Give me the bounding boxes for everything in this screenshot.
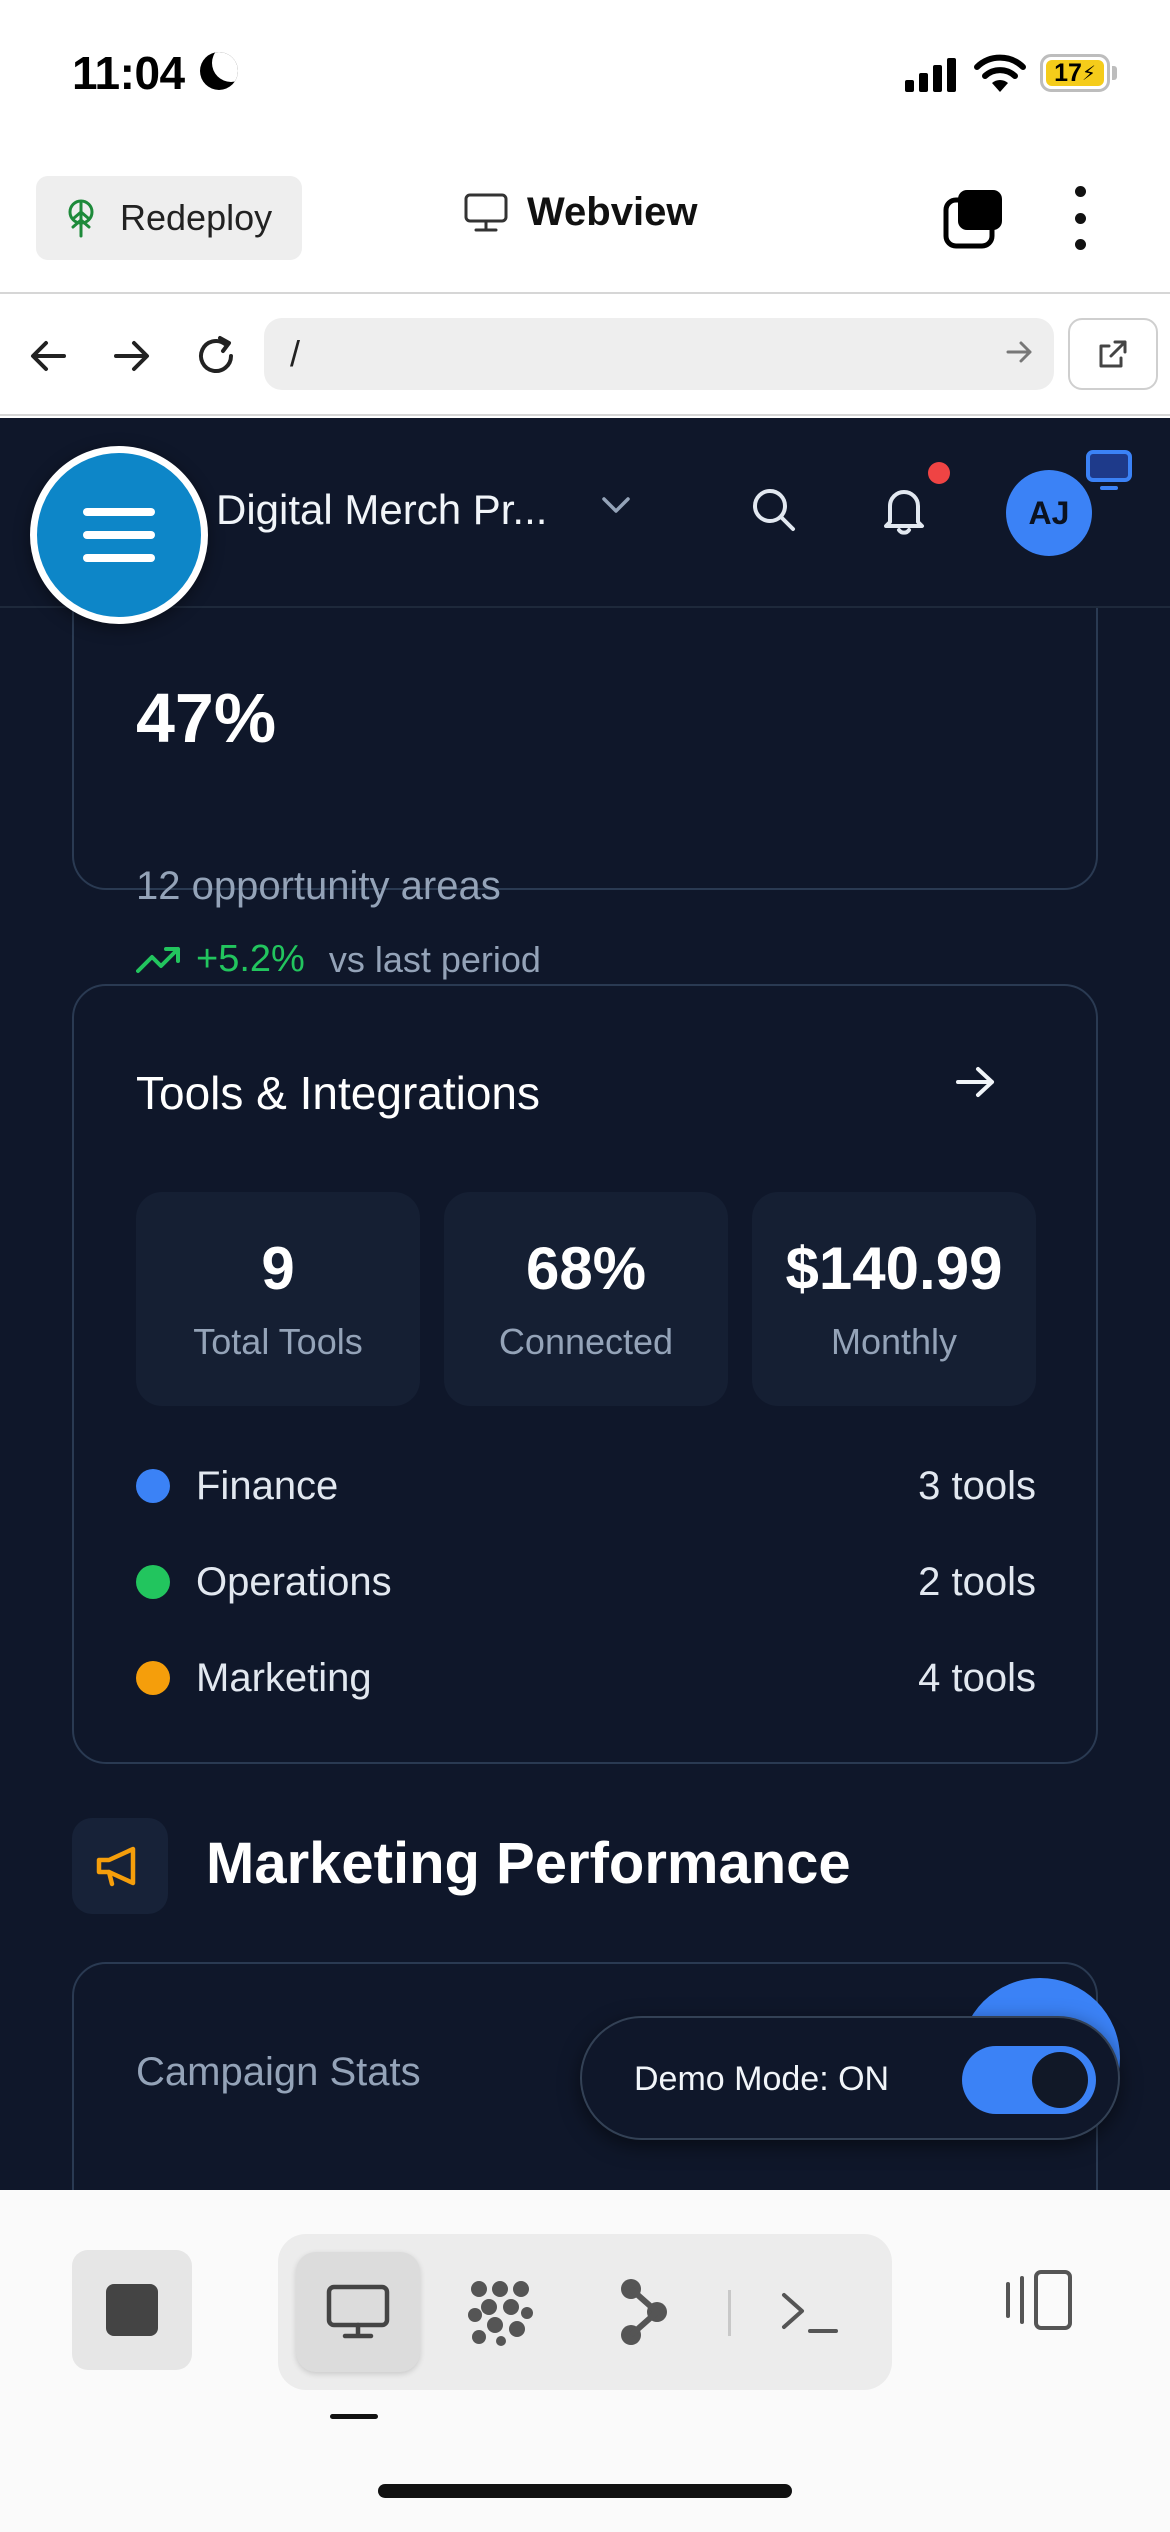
tabs-icon[interactable] bbox=[942, 186, 1006, 250]
side-panel-icon[interactable] bbox=[1000, 2268, 1076, 2332]
tab-grid[interactable] bbox=[438, 2252, 562, 2372]
avatar[interactable]: AJ bbox=[1006, 470, 1092, 556]
webview-label: Webview bbox=[527, 190, 698, 234]
web-content: 47% 12 opportunity areas +5.2% vs last p… bbox=[0, 418, 1170, 2190]
stop-button[interactable] bbox=[72, 2250, 192, 2370]
category-row-marketing: Marketing 4 tools bbox=[136, 1648, 1036, 1708]
battery-level: 17 bbox=[1054, 58, 1082, 87]
tools-integrations-card: Tools & Integrations 9 Total Tools 68% C… bbox=[72, 984, 1098, 1764]
stat-label: Monthly bbox=[830, 1321, 958, 1362]
stat-label: Total Tools bbox=[193, 1321, 363, 1362]
tools-card-title: Tools & Integrations bbox=[136, 1067, 541, 1119]
stat-value: 9 bbox=[261, 1235, 295, 1302]
dots-cluster-icon bbox=[468, 2281, 533, 2346]
view-switcher bbox=[278, 2234, 892, 2390]
search-icon[interactable] bbox=[748, 484, 800, 536]
more-options-icon[interactable] bbox=[1070, 186, 1090, 250]
megaphone-icon bbox=[72, 1818, 168, 1914]
project-selector[interactable]: Digital Merch Pr... bbox=[216, 486, 547, 534]
url-bar: / bbox=[0, 296, 1170, 416]
do-not-disturb-moon-icon bbox=[200, 52, 238, 90]
category-count: 3 tools bbox=[918, 1463, 1036, 1508]
demo-mode-toggle[interactable] bbox=[962, 2046, 1096, 2114]
status-time: 11:04 bbox=[72, 47, 185, 99]
menu-button[interactable] bbox=[30, 446, 208, 624]
url-input[interactable]: / bbox=[264, 318, 1054, 390]
forward-arrow-icon[interactable] bbox=[102, 326, 162, 386]
battery-icon: 17 ⚡ bbox=[1040, 54, 1110, 92]
stat-total-tools: 9 Total Tools bbox=[136, 1192, 420, 1406]
category-count: 4 tools bbox=[918, 1655, 1036, 1700]
category-count: 2 tools bbox=[918, 1559, 1036, 1604]
monitor-icon bbox=[326, 2284, 390, 2339]
stat-connected: 68% Connected bbox=[444, 1192, 728, 1406]
redeploy-tree-icon bbox=[68, 199, 94, 238]
stop-icon bbox=[106, 2284, 158, 2336]
marketing-dot-icon bbox=[136, 1661, 170, 1695]
category-row-finance: Finance 3 tools bbox=[136, 1456, 1036, 1516]
node-graph-icon bbox=[621, 2279, 667, 2345]
external-link-icon bbox=[1099, 340, 1127, 368]
back-arrow-icon[interactable] bbox=[18, 326, 78, 386]
app-header: Redeploy Webview bbox=[0, 150, 1170, 294]
stat-monthly: $140.99 Monthly bbox=[752, 1192, 1036, 1406]
monitor-icon bbox=[464, 193, 508, 231]
stat-value: $140.99 bbox=[785, 1235, 1003, 1302]
monitor-badge-icon bbox=[1086, 450, 1132, 490]
category-row-operations: Operations 2 tools bbox=[136, 1552, 1036, 1612]
notification-dot bbox=[928, 462, 950, 484]
trending-up-icon bbox=[136, 946, 180, 973]
wifi-icon bbox=[974, 54, 1026, 92]
demo-mode-pill: Demo Mode: ON bbox=[580, 2016, 1120, 2140]
selected-tab-indicator bbox=[330, 2414, 378, 2419]
home-indicator bbox=[378, 2484, 792, 2498]
redeploy-label: Redeploy bbox=[120, 197, 273, 238]
stat-label: Connected bbox=[498, 1321, 674, 1362]
campaign-stats-title: Campaign Stats bbox=[136, 2050, 421, 2094]
opportunity-value: 47% bbox=[136, 679, 277, 757]
bottom-toolbar bbox=[0, 2190, 1170, 2532]
stat-value: 68% bbox=[525, 1235, 647, 1302]
segment-divider bbox=[728, 2290, 731, 2336]
url-text: / bbox=[290, 333, 301, 374]
reload-icon[interactable] bbox=[186, 326, 246, 386]
trend-value: +5.2% bbox=[196, 938, 305, 980]
trend-label: vs last period bbox=[328, 938, 541, 980]
battery-tip bbox=[1112, 66, 1117, 80]
tab-graph[interactable] bbox=[582, 2252, 706, 2372]
webview-title: Webview bbox=[463, 190, 697, 235]
trend-row: +5.2% vs last period bbox=[136, 938, 541, 981]
opportunity-subtitle: 12 opportunity areas bbox=[136, 864, 501, 908]
arrow-right-icon[interactable] bbox=[954, 1062, 998, 1102]
go-arrow-icon[interactable] bbox=[1004, 336, 1036, 368]
redeploy-button[interactable]: Redeploy bbox=[36, 176, 302, 260]
cellular-signal-icon bbox=[905, 56, 956, 92]
chevron-down-icon[interactable] bbox=[598, 492, 634, 518]
demo-mode-label: Demo Mode: ON bbox=[634, 2060, 890, 2098]
open-external-button[interactable] bbox=[1068, 318, 1158, 390]
tab-webview[interactable] bbox=[296, 2252, 420, 2372]
terminal-icon bbox=[782, 2293, 838, 2333]
category-name: Operations bbox=[196, 1559, 392, 1604]
tab-terminal[interactable] bbox=[748, 2252, 872, 2372]
toggle-knob bbox=[1032, 2052, 1088, 2108]
category-name: Marketing bbox=[196, 1655, 372, 1700]
finance-dot-icon bbox=[136, 1469, 170, 1503]
marketing-performance-title: Marketing Performance bbox=[206, 1831, 851, 1896]
operations-dot-icon bbox=[136, 1565, 170, 1599]
bell-icon[interactable] bbox=[878, 482, 930, 538]
category-name: Finance bbox=[196, 1463, 339, 1508]
status-bar: 11:04 17 ⚡ bbox=[0, 0, 1170, 150]
